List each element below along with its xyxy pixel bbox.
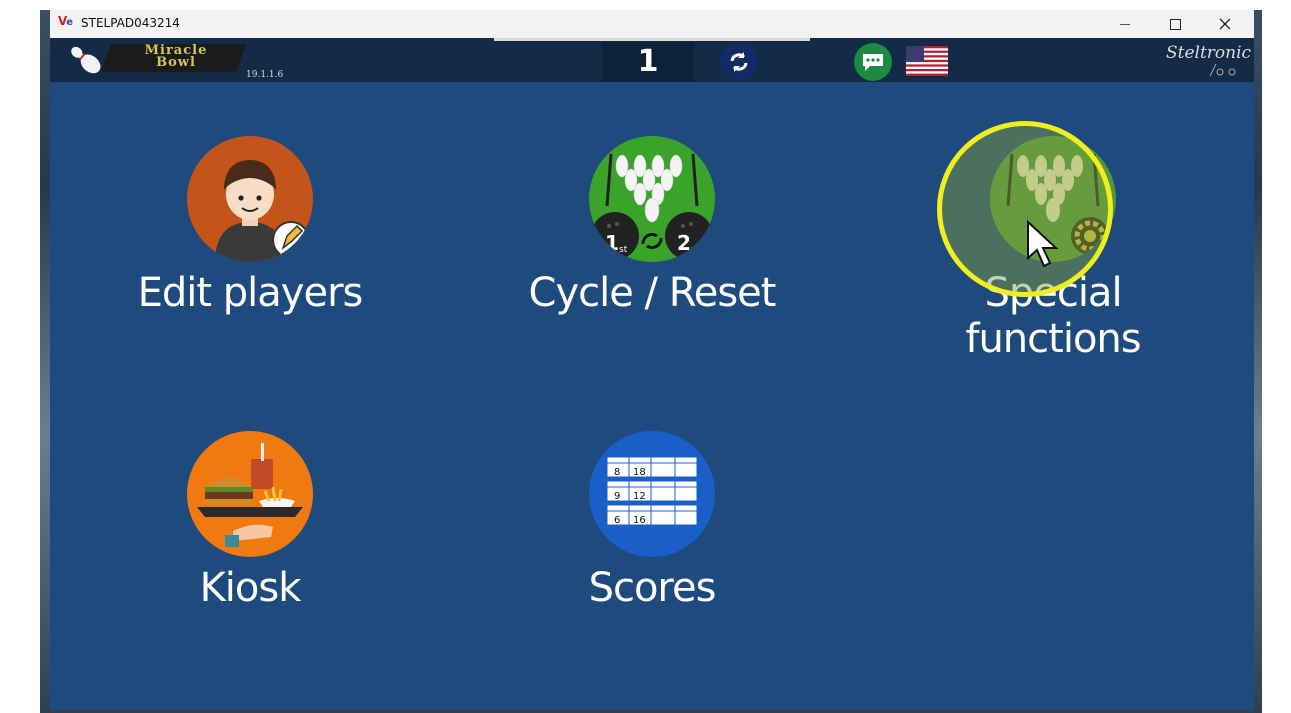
svg-text:18: 18 [633,467,646,478]
cycle-reset-icon: 1 st 2 nd [589,136,715,262]
us-flag-icon[interactable] [906,46,948,76]
menu-item-label: Edit players [137,270,364,316]
player-edit-icon [187,136,313,262]
brand-line-2: Bowl [156,55,196,70]
svg-text:16: 16 [633,515,646,526]
miracle-bowl-logo: Miracle Bowl 19.1.1.6 [56,40,283,80]
window-title: STELPAD043214 [81,16,180,30]
svg-text:st: st [619,245,628,255]
menu-item-label: Cycle / Reset [528,270,777,316]
refresh-icon[interactable] [720,43,758,81]
chat-icon[interactable] [854,43,892,81]
svg-text:2: 2 [677,231,691,255]
menu-item-cycle-reset[interactable]: 1 st 2 nd Cycle / Reset [492,136,812,356]
brand-name: Miracle Bowl [116,44,236,70]
scoresheet-icon: 8 18 9 12 6 16 [589,431,715,557]
lane-number[interactable]: 1 [602,42,694,82]
menu-item-label: Kiosk [199,565,302,611]
menu-item-label: Scores [588,565,717,611]
app-window: Ve STELPAD043214 Miracle Bowl 19.1.1.6 1… [50,10,1254,710]
maximize-icon[interactable] [1152,10,1198,38]
menu-item-kiosk[interactable]: Kiosk [90,431,410,651]
app-header: Miracle Bowl 19.1.1.6 1 Steltronic [50,38,1254,82]
svg-text:1: 1 [605,231,619,255]
app-icon: Ve [58,14,73,28]
svg-text:6: 6 [614,515,620,526]
minimize-icon[interactable] [1102,10,1148,38]
close-icon[interactable] [1202,10,1248,38]
svg-text:9: 9 [614,491,620,502]
title-bar: Ve STELPAD043214 [50,10,1254,38]
version-label: 19.1.1.6 [246,70,284,80]
svg-text:nd: nd [691,245,702,255]
svg-text:Steltronic: Steltronic [1166,43,1252,63]
kiosk-food-icon [187,431,313,557]
mouse-cursor-icon [1027,220,1059,268]
click-highlight-ring [937,121,1113,297]
menu-item-scores[interactable]: 8 18 9 12 6 16 Scores [492,431,812,651]
top-indicator-bar [494,38,810,41]
menu-item-edit-players[interactable]: Edit players [90,136,410,356]
steltronic-logo: Steltronic [1166,43,1252,77]
svg-text:8: 8 [614,467,620,478]
svg-text:12: 12 [633,491,646,502]
